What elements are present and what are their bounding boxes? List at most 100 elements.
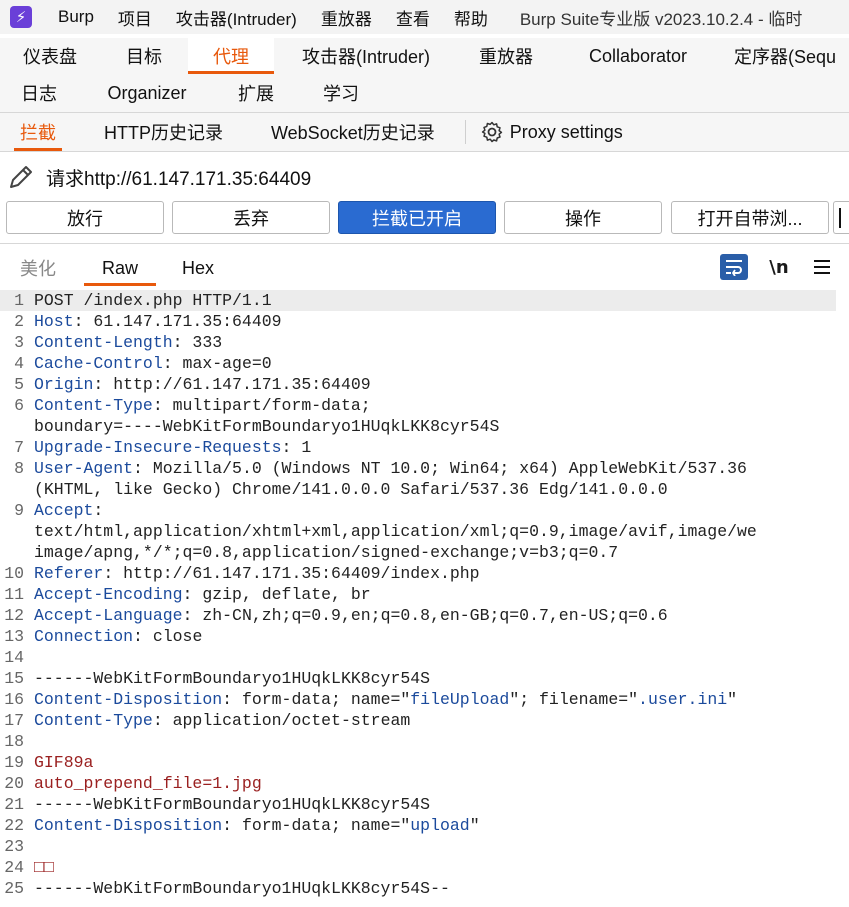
- tab-learn[interactable]: 学习: [296, 75, 386, 111]
- tab-organizer[interactable]: Organizer: [78, 75, 216, 111]
- header-value: : application/octet-stream: [152, 711, 411, 730]
- line-content: Content-Length: 333: [34, 332, 222, 353]
- line-number: 10: [4, 564, 24, 583]
- tab-dashboard[interactable]: 仪表盘: [0, 38, 100, 74]
- header-value: : 333: [172, 333, 223, 352]
- line-content: (KHTML, like Gecko) Chrome/141.0.0.0 Saf…: [34, 479, 668, 500]
- editor-line[interactable]: 2 Host: 61.147.171.35:64409: [0, 311, 849, 332]
- menu-repeater[interactable]: 重放器: [321, 5, 372, 30]
- drop-button[interactable]: 丢弃: [172, 201, 330, 234]
- line-content: Content-Type: application/octet-stream: [34, 710, 410, 731]
- editor-line[interactable]: 16 Content-Disposition: form-data; name="…: [0, 689, 849, 710]
- editor-line[interactable]: 23: [0, 836, 849, 857]
- line-number: 8: [14, 459, 24, 478]
- tab-extensions[interactable]: 扩展: [216, 75, 296, 111]
- editor-line[interactable]: 12 Accept-Language: zh-CN,zh;q=0.9,en;q=0…: [0, 605, 849, 626]
- editor-line[interactable]: 13 Connection: close: [0, 626, 849, 647]
- editor-line[interactable]: 1 POST /index.php HTTP/1.1: [0, 290, 836, 311]
- header-key: Origin: [34, 375, 94, 394]
- header-value: ------WebKitFormBoundaryo1HUqkLKK8cyr54S…: [34, 879, 450, 898]
- editor-line[interactable]: 20 auto_prepend_file=1.jpg: [0, 773, 849, 794]
- header-key: Connection: [34, 627, 134, 646]
- action-button[interactable]: 操作: [504, 201, 662, 234]
- header-key: User-Agent: [34, 459, 134, 478]
- tab-target[interactable]: 目标: [100, 38, 188, 74]
- word-wrap-toggle[interactable]: [720, 254, 748, 280]
- header-value: : Mozilla/5.0 (Windows NT 10.0; Win64; x…: [133, 459, 747, 478]
- editor-line[interactable]: 17 Content-Type: application/octet-stream: [0, 710, 849, 731]
- tab-proxy[interactable]: 代理: [188, 38, 274, 74]
- line-number: 4: [14, 354, 24, 373]
- editor-line[interactable]: 18: [0, 731, 849, 752]
- forward-button[interactable]: 放行: [6, 201, 164, 234]
- editor-line[interactable]: 11 Accept-Encoding: gzip, deflate, br: [0, 584, 849, 605]
- subtab-http-history[interactable]: HTTP历史记录: [104, 113, 223, 151]
- param-value: .user.ini: [638, 690, 728, 709]
- editor-line[interactable]: image/apng,*/*;q=0.8,application/signed-…: [0, 542, 849, 563]
- tab-repeater[interactable]: 重放器: [458, 38, 554, 74]
- header-value: ": [727, 690, 738, 709]
- tab-sequencer[interactable]: 定序器(Sequ: [722, 38, 849, 74]
- editor-line[interactable]: boundary=----WebKitFormBoundaryo1HUqkLKK…: [0, 416, 849, 437]
- header-value: boundary=----WebKitFormBoundaryo1HUqkLKK…: [34, 417, 500, 436]
- raw-request-editor[interactable]: 1 POST /index.php HTTP/1.1 2 Host: 61.147.1…: [0, 290, 849, 907]
- editor-line[interactable]: 10 Referer: http://61.147.171.35:64409/in…: [0, 563, 849, 584]
- editor-line[interactable]: 14: [0, 647, 849, 668]
- editor-line[interactable]: 22 Content-Disposition: form-data; name="…: [0, 815, 849, 836]
- editor-line[interactable]: 25 ------WebKitFormBoundaryo1HUqkLKK8cyr5…: [0, 878, 849, 899]
- editor-line[interactable]: 5 Origin: http://61.147.171.35:64409: [0, 374, 849, 395]
- line-content: auto_prepend_file=1.jpg: [34, 773, 262, 794]
- menu-intruder[interactable]: 攻击器(Intruder): [176, 5, 297, 30]
- header-value: text/html,application/xhtml+xml,applicat…: [34, 522, 757, 541]
- line-content: Cache-Control: max-age=0: [34, 353, 272, 374]
- pencil-icon: [10, 166, 32, 188]
- hamburger-menu-icon[interactable]: [810, 254, 834, 280]
- line-content: Accept-Language: zh-CN,zh;q=0.9,en;q=0.8…: [34, 605, 668, 626]
- subtab-intercept[interactable]: 拦截: [14, 113, 62, 151]
- editor-line[interactable]: 19 GIF89a: [0, 752, 849, 773]
- header-key: Content-Length: [34, 333, 173, 352]
- proxy-settings-label: Proxy settings: [509, 121, 623, 142]
- editor-line[interactable]: (KHTML, like Gecko) Chrome/141.0.0.0 Saf…: [0, 479, 849, 500]
- line-content: Accept:: [34, 500, 103, 521]
- line-number: 14: [4, 648, 24, 667]
- line-number: 25: [4, 879, 24, 898]
- editor-line[interactable]: 21 ------WebKitFormBoundaryo1HUqkLKK8cyr5…: [0, 794, 849, 815]
- editor-line[interactable]: 6 Content-Type: multipart/form-data;: [0, 395, 849, 416]
- header-value: : http://61.147.171.35:64409/index.php: [103, 564, 480, 583]
- line-content: ------WebKitFormBoundaryo1HUqkLKK8cyr54S…: [34, 878, 450, 899]
- editor-line[interactable]: 9 Accept:: [0, 500, 849, 521]
- menu-project[interactable]: 项目: [118, 5, 152, 30]
- editor-line[interactable]: 8 User-Agent: Mozilla/5.0 (Windows NT 10.…: [0, 458, 849, 479]
- window-title: Burp Suite专业版 v2023.10.2.4 - 临时: [519, 9, 803, 29]
- overflow-input-edge[interactable]: [833, 201, 849, 234]
- editor-line[interactable]: text/html,application/xhtml+xml,applicat…: [0, 521, 849, 542]
- editor-line[interactable]: 7 Upgrade-Insecure-Requests: 1: [0, 437, 849, 458]
- wrap-icon: [726, 260, 742, 276]
- line-content: GIF89a: [34, 752, 93, 773]
- tab-collaborator[interactable]: Collaborator: [554, 38, 722, 74]
- tab-intruder[interactable]: 攻击器(Intruder): [274, 38, 458, 74]
- header-value: : 61.147.171.35:64409: [73, 312, 282, 331]
- editor-line[interactable]: 24 □□: [0, 857, 849, 878]
- show-newlines-toggle[interactable]: \n: [766, 254, 792, 280]
- menu-view[interactable]: 查看: [396, 5, 430, 30]
- body-text: □□: [34, 858, 54, 877]
- open-browser-button[interactable]: 打开自带浏...: [671, 201, 829, 234]
- header-key: Referer: [34, 564, 104, 583]
- menu-burp[interactable]: Burp: [58, 7, 94, 27]
- intercept-toggle-button[interactable]: 拦截已开启: [338, 201, 496, 234]
- line-content: User-Agent: Mozilla/5.0 (Windows NT 10.0…: [34, 458, 747, 479]
- line-number: 16: [4, 690, 24, 709]
- editor-line[interactable]: 4 Cache-Control: max-age=0: [0, 353, 849, 374]
- proxy-settings-button[interactable]: Proxy settings: [480, 113, 623, 151]
- tab-logger[interactable]: 日志: [0, 75, 78, 111]
- subtab-websocket-history[interactable]: WebSocket历史记录: [271, 113, 435, 151]
- editor-line[interactable]: 3 Content-Length: 333: [0, 332, 849, 353]
- menu-help[interactable]: 帮助: [454, 5, 488, 30]
- view-tab-raw[interactable]: Raw: [83, 250, 157, 286]
- editor-line[interactable]: 15 ------WebKitFormBoundaryo1HUqkLKK8cyr5…: [0, 668, 849, 689]
- line-number: 7: [14, 438, 24, 457]
- view-tab-hex[interactable]: Hex: [182, 250, 214, 286]
- view-tab-pretty[interactable]: 美化: [20, 250, 56, 286]
